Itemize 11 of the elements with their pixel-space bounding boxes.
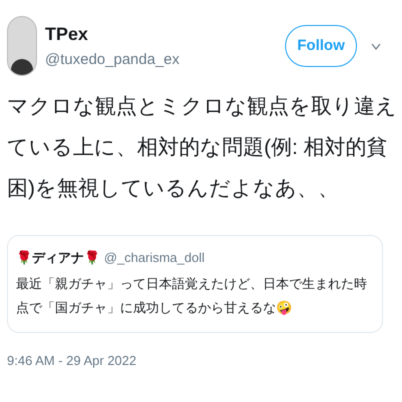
quoted-author-name: 🌹ディアナ🌹 [16,249,100,267]
author-handle[interactable]: @tuxedo_panda_ex [45,51,180,69]
quoted-tweet-card[interactable]: 🌹ディアナ🌹 @_charisma_doll 最近「親ガチャ」って日本語覚えたけど、日本で生まれた時点で「国ガチャ」に成功してるから甘えるな🤪 [7,235,383,332]
timestamp[interactable]: 9:46 AM - 29 Apr 2022 [7,350,395,370]
avatar[interactable] [7,16,37,76]
author-name[interactable]: TPex [45,23,180,45]
tweet-text: マクロな観点とミクロな観点を取り違えている上に、相対的な問題(例: 相対的貧困)を無視しているんだよなあ、、 [7,94,398,202]
chevron-down-icon[interactable] [371,42,381,50]
quoted-author-handle: @_charisma_doll [104,249,205,267]
quoted-tweet-text: 最近「親ガチャ」って日本語覚えたけど、日本で生まれた時点で「国ガチャ」に成功してるから甘えるな🤪 [16,274,368,317]
follow-button[interactable]: Follow [285,25,357,67]
